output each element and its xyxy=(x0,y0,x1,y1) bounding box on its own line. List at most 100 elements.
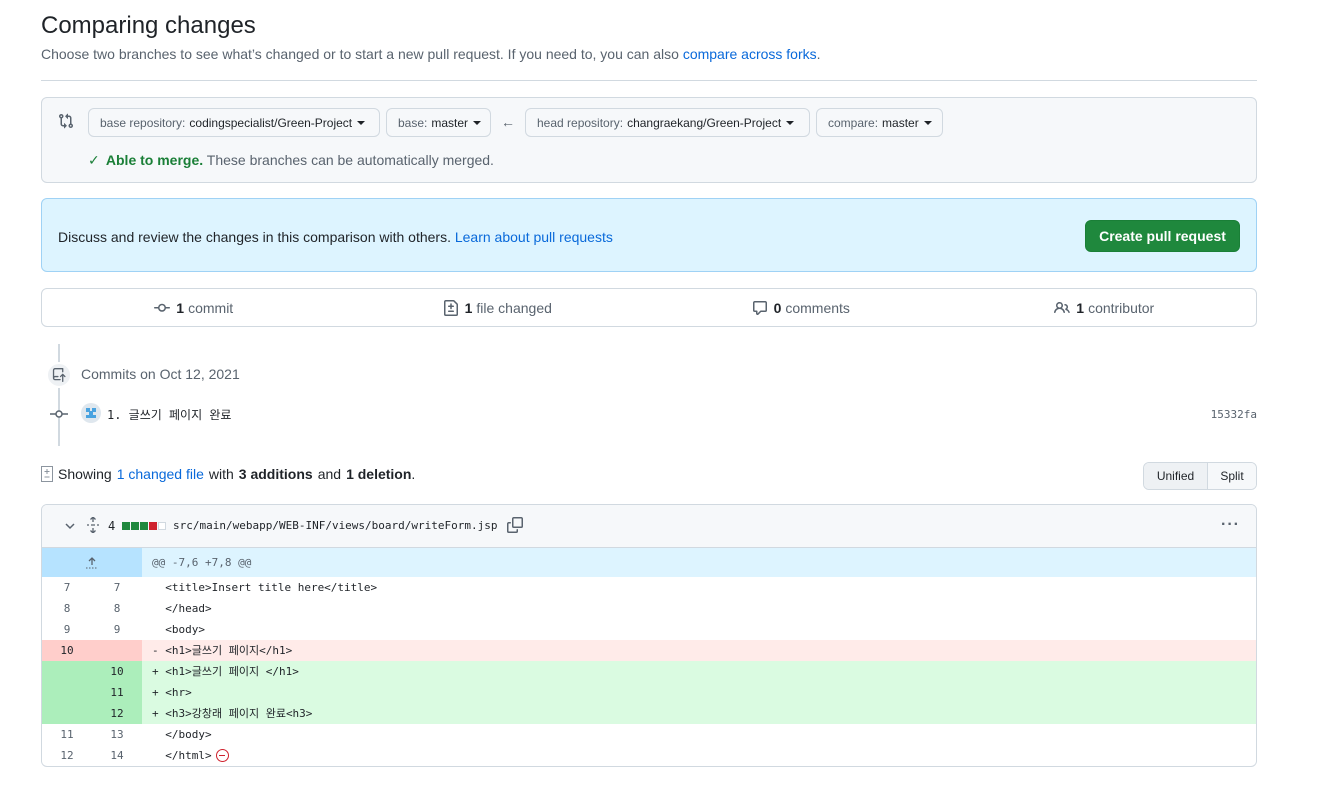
base-repository-label: base repository: xyxy=(100,115,186,130)
file-diff-icon xyxy=(443,299,458,316)
old-line-number[interactable] xyxy=(42,682,92,703)
diffstat-block xyxy=(140,522,148,530)
diffstat xyxy=(122,522,166,530)
showing-with: with xyxy=(208,466,234,482)
old-line-number[interactable]: 7 xyxy=(42,577,92,598)
commit-message-link[interactable]: 1. 글쓰기 페이지 완료 xyxy=(107,406,231,423)
old-line-number[interactable] xyxy=(42,703,92,724)
new-line-number[interactable] xyxy=(92,640,142,661)
commit-sha-link[interactable]: 15332fa xyxy=(1211,408,1257,421)
people-icon xyxy=(1054,301,1071,313)
old-line-number[interactable]: 8 xyxy=(42,598,92,619)
compare-across-forks-link[interactable]: compare across forks xyxy=(683,46,817,62)
diff-line-deletion: 10 - <h1>글쓰기 페이지</h1> xyxy=(42,640,1256,661)
new-line-number[interactable]: 13 xyxy=(92,724,142,745)
merge-ok-text: Able to merge. xyxy=(105,152,204,168)
old-line-number[interactable]: 12 xyxy=(42,745,92,766)
merge-status-text: These branches can be automatically merg… xyxy=(206,152,494,168)
summary-commits[interactable]: 1 commit xyxy=(42,289,346,326)
base-repository-select[interactable]: base repository: codingspecialist/Green-… xyxy=(88,108,380,137)
line-code: </html> xyxy=(152,749,212,762)
diff-line-addition: 11 + <hr> xyxy=(42,682,1256,703)
base-branch-select[interactable]: base: master xyxy=(386,108,491,137)
diff-lines: 7 7 <title>Insert title here</title> 8 8… xyxy=(42,577,1256,766)
file-change-count: 4 xyxy=(108,519,116,533)
files-count: 1 xyxy=(464,299,473,316)
line-code: + <h3>강창래 페이지 완료<h3> xyxy=(152,707,313,720)
old-line-number[interactable]: 11 xyxy=(42,724,92,745)
repo-push-icon xyxy=(46,362,72,388)
deletions-count: 1 deletion xyxy=(346,466,412,482)
comments-label: comments xyxy=(785,299,850,316)
diffstat-block xyxy=(122,522,130,530)
new-line-number[interactable]: 11 xyxy=(92,682,142,703)
new-line-number[interactable]: 14 xyxy=(92,745,142,766)
diffstat-block xyxy=(158,522,166,530)
diff-line-context: 12 14 </html> xyxy=(42,745,1256,766)
line-code: <body> xyxy=(152,623,205,636)
file-path-link[interactable]: src/main/webapp/WEB-INF/views/board/writ… xyxy=(173,519,498,532)
compare-branch-label: compare: xyxy=(828,115,879,130)
line-code: </head> xyxy=(152,602,212,615)
head-repository-value: changraekang/Green-Project xyxy=(627,115,782,130)
create-pull-request-button[interactable]: Create pull request xyxy=(1085,220,1240,252)
diffstat-block xyxy=(149,522,157,530)
split-view-button[interactable]: Split xyxy=(1208,463,1256,489)
additions-count: 3 additions xyxy=(238,466,313,482)
caret-down-icon xyxy=(786,120,795,125)
copy-icon[interactable] xyxy=(507,517,523,533)
head-repository-select[interactable]: head repository: changraekang/Green-Proj… xyxy=(525,108,810,137)
caret-down-icon xyxy=(923,120,932,125)
pull-request-flash: Discuss and review the changes in this c… xyxy=(41,198,1257,272)
line-code-last: </html> xyxy=(142,745,1256,766)
showing-prefix: Showing xyxy=(58,466,112,482)
commits-label: commit xyxy=(188,299,234,316)
new-line-number[interactable]: 9 xyxy=(92,619,142,640)
merge-status: ✓ Able to merge. These branches can be a… xyxy=(88,152,494,169)
learn-pull-requests-link[interactable]: Learn about pull requests xyxy=(455,229,613,245)
diff-view-toggle: Unified Split xyxy=(1143,462,1257,490)
range-editor: base repository: codingspecialist/Green-… xyxy=(41,97,1257,183)
old-line-number[interactable]: 9 xyxy=(42,619,92,640)
changed-files-link[interactable]: 1 changed file xyxy=(117,466,204,482)
diff-line-context: 7 7 <title>Insert title here</title> xyxy=(42,577,1256,598)
summary-files[interactable]: 1 file changed xyxy=(346,289,650,326)
base-branch-value: master xyxy=(431,115,469,130)
kebab-horizontal-icon[interactable]: ··· xyxy=(1221,516,1240,534)
flash-text: Discuss and review the changes in this c… xyxy=(58,229,451,245)
caret-down-icon xyxy=(473,120,482,125)
hunk-header: @@ -7,6 +7,8 @@ xyxy=(42,548,1256,577)
base-branch-label: base: xyxy=(398,115,428,130)
files-label: file changed xyxy=(476,299,552,316)
old-line-number[interactable]: 10 xyxy=(42,640,92,661)
expand-up-icon[interactable] xyxy=(42,548,142,577)
head-repository-label: head repository: xyxy=(537,115,624,130)
numbers-summary: 1 commit 1 file changed 0 comments 1 con… xyxy=(41,288,1257,327)
line-code: + <h1>글쓰기 페이지 </h1> xyxy=(152,665,299,678)
summary-comments[interactable]: 0 comments xyxy=(649,289,953,326)
new-line-number[interactable]: 10 xyxy=(92,661,142,682)
line-code: + <hr> xyxy=(152,686,192,699)
unified-view-button[interactable]: Unified xyxy=(1144,463,1208,489)
diff-summary: Showing 1 changed file with 3 additions … xyxy=(41,466,415,482)
unfold-icon[interactable] xyxy=(86,517,100,533)
diff-line-context: 11 13 </body> xyxy=(42,724,1256,745)
new-line-number[interactable]: 7 xyxy=(92,577,142,598)
old-line-number[interactable] xyxy=(42,661,92,682)
arrow-left-icon: ← xyxy=(501,114,515,130)
diffstat-block xyxy=(131,522,139,530)
subtitle-text: Choose two branches to see what’s change… xyxy=(41,46,679,62)
contributors-label: contributor xyxy=(1088,299,1155,316)
new-line-number[interactable]: 12 xyxy=(92,703,142,724)
new-line-number[interactable]: 8 xyxy=(92,598,142,619)
line-code: <title>Insert title here</title> xyxy=(152,581,378,594)
no-newline-icon xyxy=(215,749,229,762)
file-diff: 4 src/main/webapp/WEB-INF/views/board/wr… xyxy=(41,504,1257,767)
git-commit-icon xyxy=(50,410,68,418)
avatar[interactable] xyxy=(81,403,101,423)
flash-message: Discuss and review the changes in this c… xyxy=(58,229,613,245)
comment-icon xyxy=(752,300,767,315)
compare-branch-select[interactable]: compare: master xyxy=(816,108,943,137)
chevron-down-icon[interactable] xyxy=(64,520,76,532)
summary-contributors[interactable]: 1 contributor xyxy=(953,289,1257,326)
